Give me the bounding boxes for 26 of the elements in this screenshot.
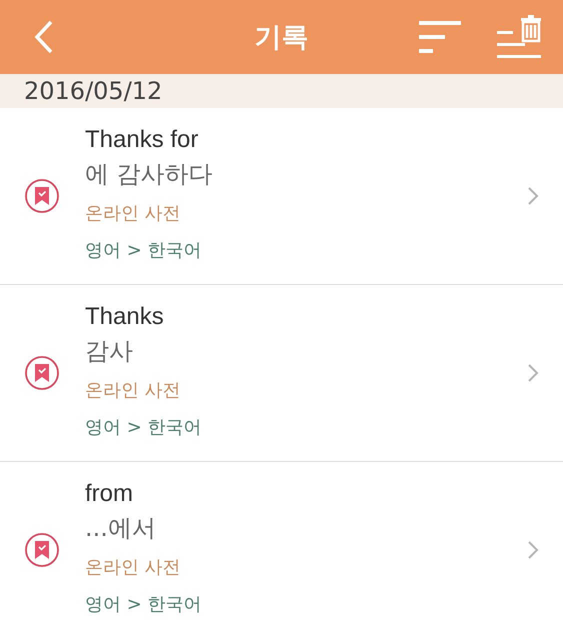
history-item[interactable]: Thanks 감사 온라인 사전 영어 > 한국어 (0, 285, 563, 462)
language-pair: 영어 > 한국어 (85, 416, 203, 440)
entry-word: Thanks (85, 302, 165, 332)
delete-list-icon[interactable] (497, 15, 541, 59)
language-pair: 영어 > 한국어 (85, 593, 203, 617)
entry-meaning: ...에서 (85, 513, 157, 544)
language-pair: 영어 > 한국어 (85, 239, 203, 263)
history-item[interactable]: Thanks for 에 감사하다 온라인 사전 영어 > 한국어 (0, 108, 563, 285)
screen-title: 기록 (254, 21, 310, 55)
dictionary-source: 온라인 사전 (85, 379, 182, 403)
chevron-icon (527, 363, 539, 383)
entry-meaning: 에 감사하다 (85, 159, 214, 190)
entry-meaning: 감사 (85, 336, 134, 367)
entry-word: Thanks for (85, 125, 200, 155)
dictionary-source: 온라인 사전 (85, 556, 182, 580)
bookmark-icon (24, 178, 60, 214)
chevron-icon (527, 186, 539, 206)
bookmark-icon (24, 355, 60, 391)
bookmark-icon (24, 532, 60, 568)
chevron-icon (527, 540, 539, 560)
back-icon[interactable] (34, 20, 54, 54)
entry-word: from (85, 479, 134, 509)
dictionary-source: 온라인 사전 (85, 202, 182, 226)
history-item[interactable]: from ...에서 온라인 사전 영어 > 한국어 (0, 462, 563, 636)
section-date: 2016/05/12 (24, 77, 162, 105)
sort-icon[interactable] (419, 19, 461, 55)
